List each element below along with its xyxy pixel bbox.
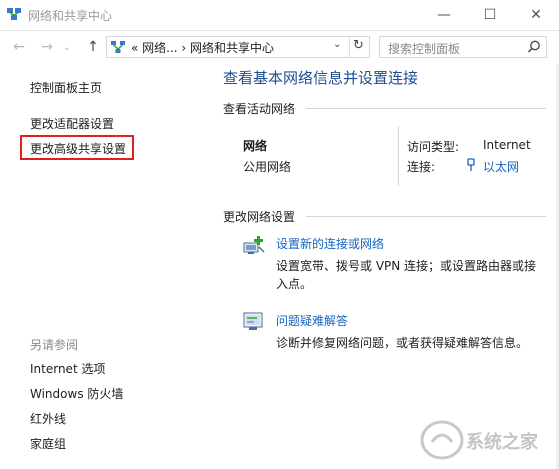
section-divider: [306, 108, 546, 109]
forward-button[interactable]: →: [36, 37, 58, 57]
ethernet-icon: [466, 157, 476, 171]
network-center-icon: [6, 6, 22, 22]
highlight-box: [20, 135, 134, 160]
section-divider: [306, 216, 546, 217]
control-panel-home-link[interactable]: 控制面板主页: [30, 79, 102, 96]
address-separator: [349, 37, 350, 57]
troubleshoot-link[interactable]: 问题疑难解答: [276, 312, 348, 329]
search-placeholder: 搜索控制面板: [388, 42, 461, 56]
address-bar[interactable]: « 网络... › 网络和共享中心 ⌄ ↻: [106, 36, 370, 58]
refresh-button[interactable]: ↻: [353, 38, 364, 53]
minimize-button[interactable]: —: [421, 0, 467, 30]
network-name: 网络: [243, 139, 268, 153]
setup-new-connection-desc-cont: 入点。: [276, 277, 313, 291]
network-type-link[interactable]: 公用网络: [243, 158, 291, 175]
close-button[interactable]: ✕: [513, 0, 559, 30]
address-dropdown-icon[interactable]: ⌄: [333, 39, 341, 50]
back-button[interactable]: ←: [8, 37, 30, 57]
homegroup-link[interactable]: 家庭组: [30, 435, 66, 452]
setup-new-connection-link[interactable]: 设置新的连接或网络: [276, 235, 384, 252]
see-also-heading: 另请参阅: [30, 338, 79, 352]
active-networks-heading: 查看活动网络: [223, 102, 296, 116]
recent-locations-dropdown[interactable]: ⌄: [60, 37, 74, 57]
system-home-watermark: 系统之家: [420, 418, 552, 462]
search-input[interactable]: 搜索控制面板: [379, 36, 547, 58]
connection-label: 连接:: [407, 160, 436, 174]
ethernet-connection-link[interactable]: 以太网: [483, 158, 519, 175]
access-type-value: Internet: [483, 138, 531, 152]
watermark-text: 系统之家: [466, 432, 538, 453]
up-button[interactable]: ↑: [82, 37, 104, 57]
internet-options-link[interactable]: Internet 选项: [30, 360, 105, 377]
windows-firewall-link[interactable]: Windows 防火墙: [30, 385, 123, 402]
access-type-label: 访问类型:: [407, 140, 460, 154]
troubleshoot-icon: [242, 310, 266, 334]
setup-new-connection-desc: 设置宽带、拨号或 VPN 连接；或设置路由器或接: [276, 259, 537, 273]
infrared-link[interactable]: 红外线: [30, 410, 66, 427]
page-title: 查看基本网络信息并设置连接: [223, 69, 419, 87]
change-network-settings-heading: 更改网络设置: [223, 210, 296, 224]
network-icon: [110, 39, 126, 55]
troubleshoot-desc: 诊断并修复网络问题，或者获得疑难解答信息。: [276, 336, 529, 350]
search-icon[interactable]: [526, 39, 542, 55]
maximize-button[interactable]: ☐: [467, 0, 513, 30]
address-breadcrumb[interactable]: « 网络... › 网络和共享中心: [131, 39, 274, 56]
new-connection-icon: [242, 233, 266, 257]
vertical-divider: [398, 126, 399, 186]
change-adapter-settings-link[interactable]: 更改适配器设置: [30, 115, 114, 132]
window-title: 网络和共享中心: [28, 9, 113, 23]
